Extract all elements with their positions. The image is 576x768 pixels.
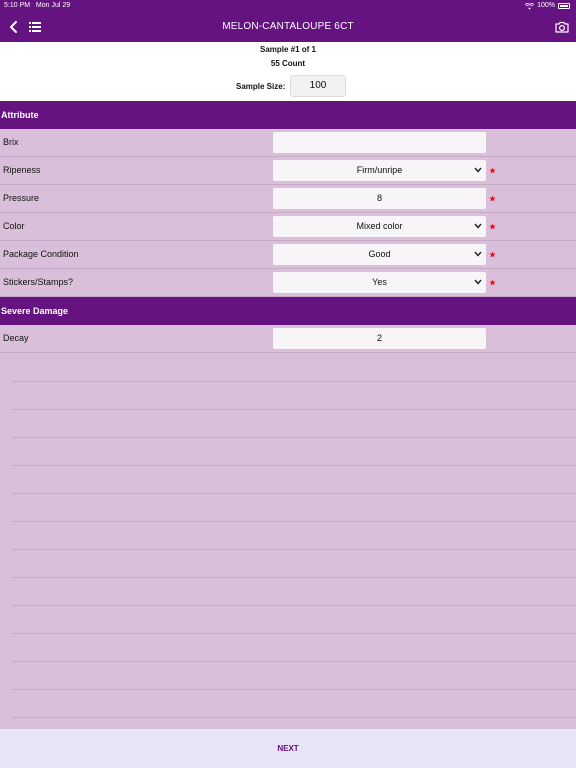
battery-icon (558, 3, 570, 9)
list-separator (12, 493, 576, 494)
selected-value: Yes (372, 277, 387, 287)
attribute-row-color: Color Mixed color (0, 213, 576, 241)
camera-icon[interactable] (554, 19, 570, 35)
stickers-stamps-select[interactable]: Yes (273, 272, 486, 293)
list-separator (12, 465, 576, 466)
status-bar: 5:10 PM Mon Jul 29 100% (0, 0, 576, 12)
selected-value: Mixed color (356, 221, 403, 231)
battery-percent: 100% (537, 2, 555, 9)
nav-bar: MELON-CANTALOUPE 6CT (0, 12, 576, 42)
status-right: 100% (525, 0, 570, 12)
chevron-down-icon (474, 279, 482, 285)
list-separator (12, 661, 576, 662)
package-condition-select[interactable]: Good (273, 244, 486, 265)
required-star-icon (489, 251, 496, 258)
required-star-icon (489, 223, 496, 230)
ripeness-select[interactable]: Firm/unripe (273, 160, 486, 181)
sample-number: Sample #1 of 1 (259, 45, 317, 54)
attribute-row-package-condition: Package Condition Good (0, 241, 576, 269)
sample-size-input[interactable]: 100 (290, 75, 346, 97)
selected-value: Good (368, 249, 391, 259)
chevron-down-icon (474, 223, 482, 229)
list-separator (12, 689, 576, 690)
sample-count: 55 Count (270, 59, 306, 68)
wifi-icon (525, 2, 535, 10)
row-label: Stickers/Stamps? (3, 277, 74, 287)
list-separator (12, 381, 576, 382)
chevron-down-icon (474, 167, 482, 173)
list-separator (12, 577, 576, 578)
row-label: Package Condition (3, 249, 79, 259)
row-label: Brix (3, 137, 19, 147)
attribute-row-ripeness: Ripeness Firm/unripe (0, 157, 576, 185)
row-label: Ripeness (3, 165, 41, 175)
row-label: Pressure (3, 193, 40, 203)
list-separator (12, 409, 576, 410)
status-time-date: 5:10 PM Mon Jul 29 (4, 2, 71, 9)
section-header-attribute: Attribute (0, 101, 576, 129)
list-separator (12, 717, 576, 718)
list-separator (12, 605, 576, 606)
selected-value: Firm/unripe (356, 165, 403, 175)
damage-row-decay: Decay 2 (0, 325, 576, 353)
attribute-row-stickers-stamps: Stickers/Stamps? Yes (0, 269, 576, 297)
color-select[interactable]: Mixed color (273, 216, 486, 237)
footer-bar: NEXT (0, 729, 576, 768)
sample-header: Sample #1 of 1 55 Count Sample Size: 100 (0, 42, 576, 120)
list-separator (12, 633, 576, 634)
attribute-row-pressure: Pressure 8 (0, 185, 576, 213)
sample-size-label: Sample Size: (236, 82, 286, 91)
attribute-row-brix: Brix (0, 129, 576, 157)
row-label: Color (3, 221, 25, 231)
list-separator (12, 521, 576, 522)
page-title: MELON-CANTALOUPE 6CT (222, 21, 354, 32)
list-separator (12, 549, 576, 550)
next-button[interactable]: NEXT (0, 729, 576, 768)
brix-input[interactable] (273, 132, 486, 153)
pressure-input[interactable]: 8 (273, 188, 486, 209)
chevron-down-icon (474, 251, 482, 257)
decay-input[interactable]: 2 (273, 328, 486, 349)
required-star-icon (489, 167, 496, 174)
required-star-icon (489, 195, 496, 202)
list-separator (12, 437, 576, 438)
row-label: Decay (3, 333, 29, 343)
required-star-icon (489, 279, 496, 286)
section-header-severe-damage: Severe Damage (0, 297, 576, 325)
